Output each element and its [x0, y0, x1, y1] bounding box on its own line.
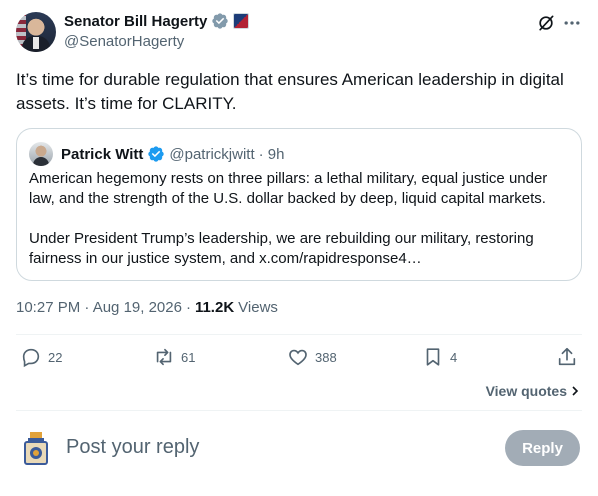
- post-timestamp[interactable]: 10:27 PM · Aug 19, 2026: [16, 299, 182, 316]
- reply-submit-button[interactable]: Reply: [505, 430, 580, 466]
- share-button[interactable]: [556, 346, 578, 368]
- quoted-post[interactable]: Patrick Witt @patrickjwitt · 9h American…: [16, 128, 582, 281]
- like-count: 388: [315, 349, 337, 365]
- share-icon: [558, 347, 576, 366]
- bookmark-icon: [426, 348, 440, 366]
- reply-composer: Post your reply Reply: [16, 426, 582, 470]
- bookmark-count: 4: [450, 349, 458, 365]
- repost-count: 61: [181, 349, 196, 365]
- post-metadata: 10:27 PM · Aug 19, 2026 · 11.2K Views: [16, 299, 278, 316]
- tweet-text: It’s time for durable regulation that en…: [16, 70, 564, 113]
- more-icon[interactable]: [562, 13, 582, 33]
- repost-icon: [156, 348, 172, 366]
- view-quotes-label: View quotes: [485, 383, 567, 399]
- reply-count: 22: [48, 349, 63, 365]
- post-header: Senator Bill Hagerty @SenatorHagerty: [16, 12, 582, 54]
- grok-icon[interactable]: [536, 13, 556, 33]
- reply-button[interactable]: 22: [20, 346, 62, 368]
- author-avatar[interactable]: [16, 12, 56, 52]
- quoted-author-handle: @patrickjwitt: [169, 145, 255, 163]
- divider: [16, 410, 582, 411]
- bookmark-button[interactable]: 4: [422, 346, 457, 368]
- author-display-name[interactable]: Senator Bill Hagerty: [64, 13, 207, 30]
- repost-button[interactable]: 61: [153, 346, 195, 368]
- author-handle[interactable]: @SenatorHagerty: [64, 33, 184, 50]
- quoted-paragraph: Under President Trump’s leadership, we a…: [29, 230, 534, 267]
- quoted-paragraph: American hegemony rests on three pillars…: [29, 170, 548, 207]
- like-button[interactable]: 388: [287, 346, 337, 368]
- quoted-author-avatar: [29, 142, 53, 166]
- chevron-right-icon: [572, 386, 579, 396]
- affiliation-badge-icon[interactable]: [233, 13, 250, 29]
- separator: ·: [185, 299, 191, 316]
- divider: [16, 334, 582, 335]
- quoted-post-header: Patrick Witt @patrickjwitt · 9h: [29, 142, 285, 166]
- reply-icon: [22, 348, 40, 368]
- like-icon: [289, 349, 307, 366]
- quoted-author-name: Patrick Witt: [61, 145, 144, 163]
- verified-badge-icon: [148, 146, 165, 162]
- reply-input[interactable]: Post your reply: [66, 436, 199, 459]
- verified-badge-icon: [212, 13, 229, 29]
- views-count: 11.2K: [194, 299, 235, 316]
- views-label: Views: [238, 299, 278, 316]
- quoted-post-text: American hegemony rests on three pillars…: [29, 169, 571, 289]
- user-avatar[interactable]: [20, 430, 52, 466]
- action-bar: 22 61 388 4: [16, 346, 582, 372]
- author-name-row: Senator Bill Hagerty: [64, 12, 250, 30]
- quoted-post-time: · 9h: [258, 145, 285, 163]
- view-quotes-link[interactable]: View quotes: [486, 383, 580, 399]
